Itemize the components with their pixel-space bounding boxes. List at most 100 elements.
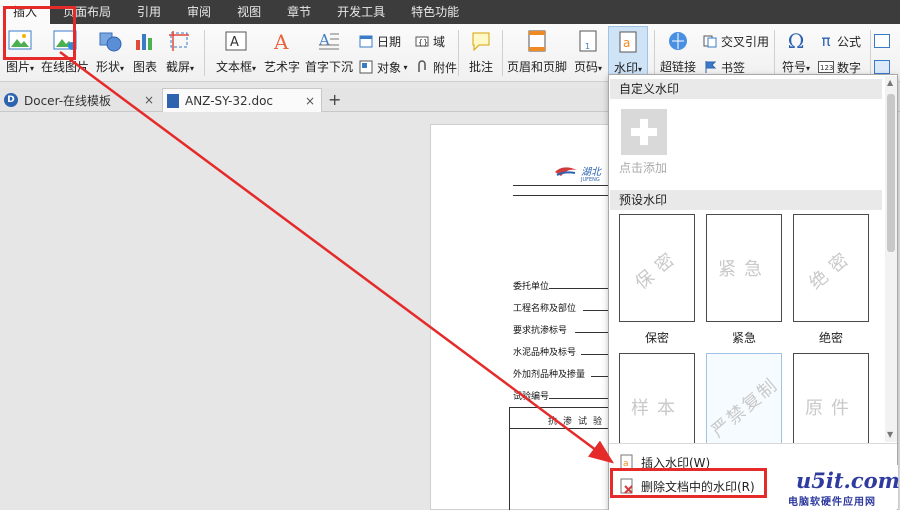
watermark-preview-text: 严禁复制	[707, 374, 783, 442]
watermark-preview-text: 样本	[631, 398, 683, 419]
comment-button[interactable]: 批注	[464, 26, 498, 78]
ribbon-more-button[interactable]	[874, 32, 893, 50]
watermark-button[interactable]: a 水印▾	[608, 26, 648, 78]
field-icon: {}	[414, 33, 430, 49]
field-grade: 要求抗渗标号	[513, 326, 568, 336]
dropcap-button[interactable]: A 首字下沉	[304, 26, 354, 78]
close-icon[interactable]: ×	[305, 94, 315, 108]
svg-text:A: A	[273, 30, 289, 52]
calendar-icon	[358, 33, 374, 49]
text-format-icon	[874, 33, 890, 49]
custom-watermark-header: 自定义水印	[610, 79, 882, 99]
picture-label: 图片	[5, 60, 30, 74]
wordart-label: 艺术字	[263, 60, 300, 74]
watermark-preview-text: 紧急	[718, 259, 770, 280]
menu-section[interactable]: 章节	[274, 0, 324, 24]
highlight-box-remove-watermark	[610, 468, 767, 498]
tab-docer[interactable]: D Docer-在线模板 ×	[0, 88, 160, 112]
scroll-up-icon[interactable]: ▲	[887, 78, 893, 87]
menu-features[interactable]: 特色功能	[398, 0, 472, 24]
menu-references[interactable]: 引用	[124, 0, 174, 24]
omega-icon: Ω	[787, 29, 805, 53]
shape-icon	[97, 28, 123, 54]
wordart-button[interactable]: A 艺术字	[262, 26, 302, 78]
field-button[interactable]: {} 域	[414, 32, 445, 50]
word-doc-icon	[167, 93, 179, 108]
textbox-button[interactable]: A 文本框▾	[212, 26, 260, 78]
screenshot-label: 截屏	[165, 60, 190, 74]
logo-text: 湖北	[581, 167, 601, 178]
ribbon-divider	[502, 30, 503, 76]
watermark-preset-top-secret[interactable]: 绝密	[793, 214, 869, 322]
watermark-preview-text: 原件	[805, 398, 857, 419]
tab-document-label: ANZ-SY-32.doc	[185, 93, 274, 108]
scroll-thumb[interactable]	[887, 94, 895, 252]
header-footer-button[interactable]: 页眉和页脚	[506, 26, 568, 78]
page-number-button[interactable]: 1 页码▾	[570, 26, 606, 78]
plus-icon	[631, 119, 657, 145]
watermark-preset-urgent[interactable]: 紧急	[706, 214, 782, 322]
attachment-label: 附件	[433, 60, 458, 75]
field-test-number: 试验编号	[513, 392, 550, 402]
menu-developer[interactable]: 开发工具	[324, 0, 398, 24]
header-footer-label: 页眉和页脚	[506, 60, 567, 74]
cross-reference-icon	[702, 33, 718, 49]
company-logo: 湖北	[553, 163, 601, 178]
comment-icon	[468, 28, 494, 54]
date-label: 日期	[377, 34, 402, 49]
tab-document[interactable]: ANZ-SY-32.doc ×	[162, 88, 322, 112]
page-number-label: 页码	[573, 60, 598, 74]
hyperlink-button[interactable]: 超链接	[660, 26, 696, 78]
number-icon: 123	[818, 59, 834, 75]
bookmark-icon	[702, 59, 718, 75]
hyperlink-label: 超链接	[660, 60, 697, 74]
site-watermark: u5it.com 电脑软硬件应用网	[784, 465, 900, 509]
shape-button[interactable]: 形状▾	[92, 26, 128, 78]
site-subtitle: 电脑软硬件应用网	[788, 497, 876, 508]
field-project: 工程名称及部位	[513, 304, 577, 314]
new-tab-button[interactable]: +	[328, 88, 341, 112]
menu-review[interactable]: 审阅	[174, 0, 224, 24]
ribbon-divider	[870, 30, 871, 76]
formula-label: 公式	[837, 34, 862, 49]
document-page[interactable]: 湖北 JUFENG 委托单位 工程名称及部位 要求抗渗标号 水泥品种及标号 外加…	[430, 124, 632, 510]
textbox-icon: A	[223, 28, 249, 54]
attachment-button[interactable]: 附件	[414, 58, 457, 76]
attachment-icon	[414, 59, 430, 75]
watermark-icon: a	[615, 29, 641, 55]
symbol-button[interactable]: Ω 符号▾	[778, 26, 814, 78]
dropcap-label: 首字下沉	[304, 60, 353, 74]
screenshot-button[interactable]: 截屏▾	[162, 26, 198, 78]
page-number-icon: 1	[575, 28, 601, 54]
site-logo: u5it.com	[796, 468, 900, 493]
svg-text:A: A	[230, 35, 239, 50]
ribbon-divider	[774, 30, 775, 76]
bookmark-label: 书签	[721, 60, 746, 75]
field-cement: 水泥品种及标号	[513, 348, 577, 358]
close-icon[interactable]: ×	[144, 93, 154, 107]
online-picture-label: 在线图片	[40, 60, 89, 74]
add-watermark-button[interactable]	[621, 109, 667, 155]
scroll-down-icon[interactable]: ▼	[887, 430, 893, 439]
preset-watermark-header: 预设水印	[610, 190, 882, 210]
date-button[interactable]: 日期	[358, 32, 401, 50]
table-header: 抗渗试验	[548, 417, 609, 427]
app-window: 插入 页面布局 引用 审阅 视图 章节 开发工具 特色功能 图片▾ 在线图片 形…	[0, 0, 900, 510]
object-label: 对象	[377, 60, 402, 75]
docer-icon: D	[4, 93, 18, 107]
header-footer-icon	[524, 28, 550, 54]
ribbon-divider	[204, 30, 205, 76]
dropcap-icon: A	[316, 28, 342, 54]
cross-reference-label: 交叉引用	[721, 34, 770, 49]
watermark-preset-confidential[interactable]: 保密	[619, 214, 695, 322]
formula-button[interactable]: π 公式	[818, 32, 861, 50]
svg-text:{}: {}	[418, 38, 428, 47]
menu-view[interactable]: 视图	[224, 0, 274, 24]
panel-scrollbar[interactable]: ▲ ▼	[885, 76, 897, 442]
chart-button[interactable]: 图表	[130, 26, 160, 78]
cross-reference-button[interactable]: 交叉引用	[702, 32, 769, 50]
field-label: 域	[433, 34, 446, 49]
ribbon-divider	[654, 30, 655, 76]
pi-icon: π	[821, 32, 831, 50]
object-button[interactable]: 对象 ▾	[358, 58, 408, 76]
